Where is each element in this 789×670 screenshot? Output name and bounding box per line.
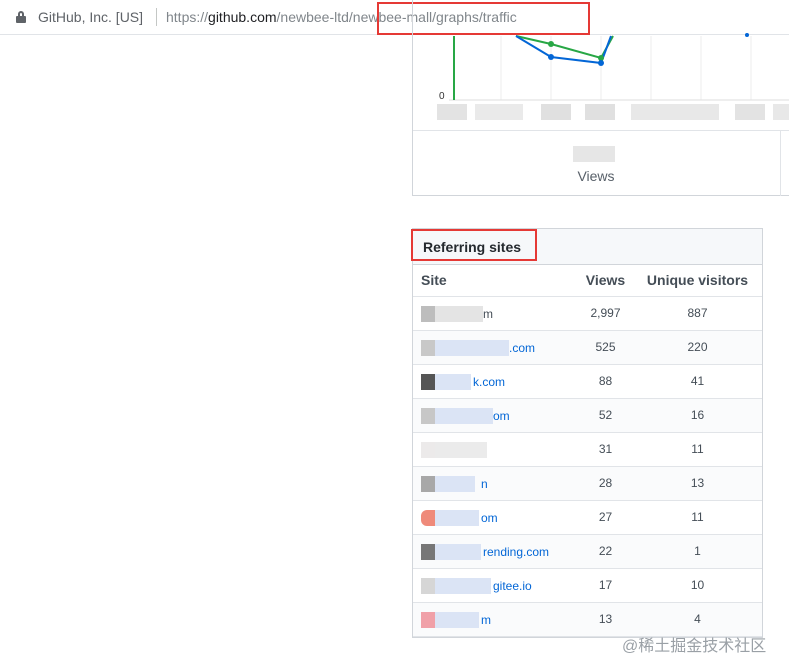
site-link[interactable]: m bbox=[481, 613, 491, 627]
unique-cell: 220 bbox=[633, 330, 762, 365]
views-cell: 27 bbox=[578, 500, 633, 535]
favicon-icon bbox=[421, 611, 435, 628]
divider bbox=[780, 130, 781, 196]
table-row: rending.com 22 1 bbox=[413, 534, 762, 569]
site-link[interactable]: rending.com bbox=[483, 545, 549, 559]
favicon-icon bbox=[421, 373, 435, 390]
referring-sites-panel: Referring sites Site Views Unique visito… bbox=[412, 228, 763, 638]
unique-cell: 887 bbox=[633, 296, 762, 331]
table-row: om 27 11 bbox=[413, 500, 762, 535]
unique-point[interactable] bbox=[598, 60, 604, 66]
blurred-total bbox=[573, 146, 615, 162]
site-link[interactable]: .com bbox=[509, 341, 535, 355]
views-point[interactable] bbox=[548, 41, 554, 47]
site-link[interactable]: n bbox=[481, 477, 488, 491]
column-unique-visitors: Unique visitors bbox=[633, 265, 762, 297]
site-identity: GitHub, Inc. [US] bbox=[38, 9, 144, 25]
column-site: Site bbox=[413, 265, 578, 297]
views-cell: 13 bbox=[578, 602, 633, 637]
views-cell: 28 bbox=[578, 466, 633, 501]
lock-icon bbox=[16, 11, 26, 23]
traffic-chart-panel: 0 Views bbox=[412, 0, 789, 196]
unique-cell: 1 bbox=[633, 534, 762, 569]
site-link[interactable]: m bbox=[483, 307, 493, 321]
table-row: k.com 88 41 bbox=[413, 364, 762, 399]
table-row: gitee.io 17 10 bbox=[413, 568, 762, 603]
table-row: 31 11 bbox=[413, 432, 762, 467]
unique-cell: 41 bbox=[633, 364, 762, 399]
y-zero-label: 0 bbox=[439, 91, 445, 102]
site-link[interactable]: om bbox=[481, 511, 498, 525]
favicon-icon bbox=[421, 577, 435, 594]
unique-point[interactable] bbox=[548, 54, 554, 60]
unique-cell: 4 bbox=[633, 602, 762, 637]
unique-cell: 11 bbox=[633, 432, 762, 467]
favicon-icon bbox=[421, 441, 435, 458]
views-caption: Views bbox=[577, 168, 615, 184]
watermark: @稀土掘金技术社区 bbox=[622, 638, 767, 655]
views-cell: 31 bbox=[578, 432, 633, 467]
views-cell: 22 bbox=[578, 534, 633, 569]
unique-cell: 13 bbox=[633, 466, 762, 501]
site-link[interactable]: om bbox=[493, 409, 510, 423]
divider bbox=[413, 130, 789, 131]
unique-cell: 11 bbox=[633, 500, 762, 535]
favicon-icon bbox=[421, 475, 435, 492]
site-link[interactable]: gitee.io bbox=[493, 579, 532, 593]
views-cell: 88 bbox=[578, 364, 633, 399]
favicon-icon bbox=[421, 543, 435, 560]
divider bbox=[156, 8, 157, 26]
views-cell: 52 bbox=[578, 398, 633, 433]
site-link[interactable]: k.com bbox=[473, 375, 505, 389]
referring-sites-table: Site Views Unique visitors m 2,997 887 .… bbox=[413, 265, 762, 637]
views-cell: 17 bbox=[578, 568, 633, 603]
views-line-right bbox=[515, 35, 614, 60]
unique-cell: 16 bbox=[633, 398, 762, 433]
views-cell: 2,997 bbox=[578, 296, 633, 331]
traffic-chart: 0 bbox=[437, 33, 789, 120]
views-cell: 525 bbox=[578, 330, 633, 365]
table-row: om 52 16 bbox=[413, 398, 762, 433]
favicon-icon bbox=[421, 339, 435, 356]
column-views: Views bbox=[578, 265, 633, 297]
table-row: m 13 4 bbox=[413, 602, 762, 637]
table-row: .com 525 220 bbox=[413, 330, 762, 365]
favicon-icon bbox=[421, 407, 435, 424]
table-row: n 28 13 bbox=[413, 466, 762, 501]
favicon-icon bbox=[421, 509, 435, 526]
favicon-icon bbox=[421, 305, 435, 322]
unique-point[interactable] bbox=[745, 33, 749, 37]
unique-cell: 10 bbox=[633, 568, 762, 603]
table-row: m 2,997 887 bbox=[413, 296, 762, 331]
title-highlight-box bbox=[411, 229, 537, 261]
